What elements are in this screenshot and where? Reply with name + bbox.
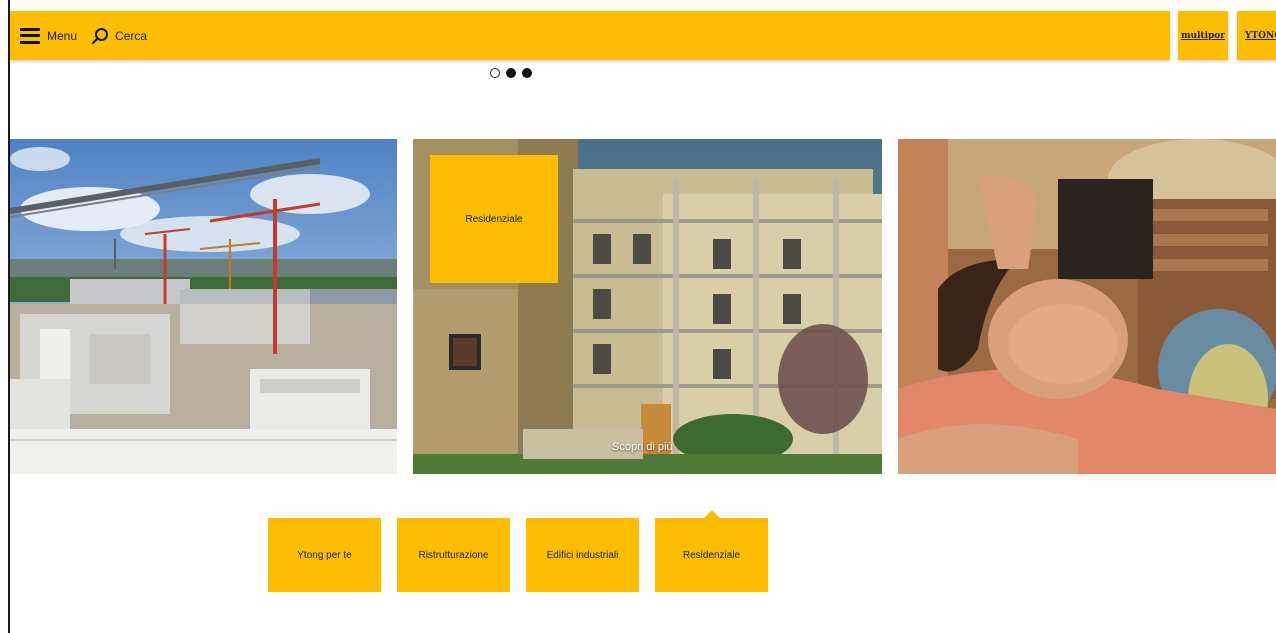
carousel-slide-construction[interactable] — [10, 139, 397, 474]
category-tile-edifici-industriali[interactable]: Edifici industriali — [526, 518, 639, 592]
category-tile-ristrutturazione[interactable]: Ristrutturazione — [397, 518, 510, 592]
carousel-slide-comfort[interactable] — [898, 139, 1276, 474]
menu-label: Menu — [47, 28, 78, 43]
top-navigation-bar: Menu Cerca — [10, 11, 1170, 60]
search-button[interactable]: Cerca — [91, 27, 147, 45]
carousel-dot-2[interactable] — [506, 68, 516, 78]
carousel-dots — [490, 68, 538, 78]
ytong-brand-tab[interactable]: YTONG — [1237, 11, 1276, 60]
category-tile-ytong-per-te[interactable]: Ytong per te — [268, 518, 381, 592]
construction-site-image — [10, 139, 397, 474]
carousel-dot-3[interactable] — [522, 68, 532, 78]
search-label: Cerca — [115, 28, 148, 43]
menu-button[interactable]: Menu — [20, 27, 78, 44]
active-category-pointer — [704, 510, 720, 518]
hamburger-icon — [20, 27, 40, 44]
relaxing-woman-image — [898, 139, 1276, 474]
multipor-brand-tab[interactable]: multipor — [1178, 11, 1228, 60]
search-icon — [91, 27, 109, 44]
carousel-dot-1[interactable] — [490, 68, 500, 78]
learn-more-link[interactable]: Scopri di più — [612, 441, 673, 453]
page-top-strip — [0, 0, 1276, 10]
category-tile-residenziale[interactable]: Residenziale — [655, 518, 768, 592]
slide-category-badge[interactable]: Residenziale — [430, 155, 558, 283]
